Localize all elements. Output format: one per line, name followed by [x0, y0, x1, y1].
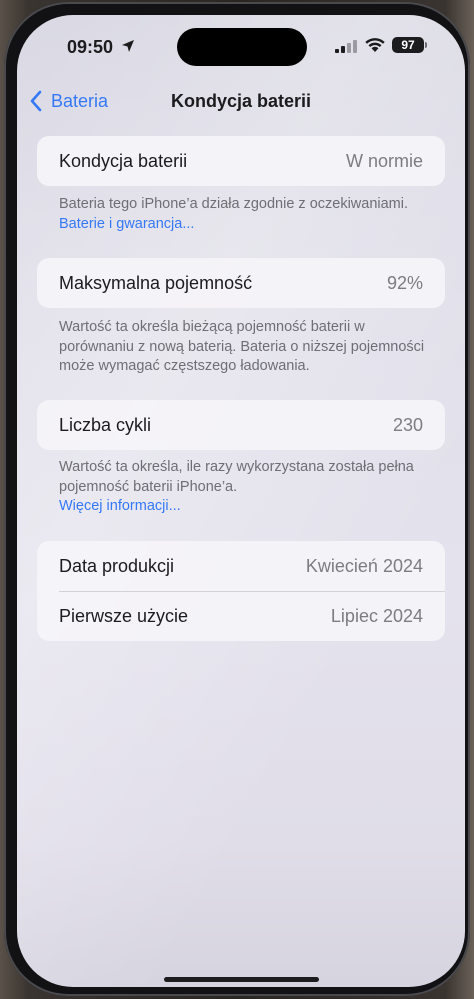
first-use-label: Pierwsze użycie [59, 606, 189, 626]
cellular-signal-icon [335, 40, 357, 53]
cycle-count-group: Liczba cykli 230 [37, 400, 445, 450]
manufacture-date-value: Kwiecień 2024 [305, 555, 423, 576]
max-capacity-row: Maksymalna pojemność 92% [37, 258, 445, 308]
cycle-count-value: 230 [392, 414, 423, 435]
page-title: Kondycja baterii [170, 91, 312, 111]
status-bar: 09:50 97 [17, 15, 465, 75]
dynamic-island [177, 28, 307, 66]
cycle-count-footnote-text: Wartość ta określa, ile razy wykorzystan… [59, 459, 414, 495]
battery-health-footnote-text: Bateria tego iPhone’a działa zgodnie z o… [59, 196, 409, 212]
battery-health-footnote: Bateria tego iPhone’a działa zgodnie z o… [59, 195, 439, 234]
battery-icon: 97 [392, 37, 424, 53]
battery-warranty-link[interactable]: Baterie i gwarancja... [59, 216, 194, 232]
battery-tip [425, 42, 427, 48]
manufacture-date-label: Data produkcji [59, 555, 175, 576]
battery-health-group: Kondycja baterii W normie [37, 136, 445, 186]
cycle-count-footnote: Wartość ta określa, ile razy wykorzystan… [59, 458, 439, 517]
manufacture-date-row: Data produkcji Kwiecień 2024 [37, 541, 445, 591]
first-use-value: Lipiec 2024 [330, 606, 423, 626]
dates-group: Data produkcji Kwiecień 2024 Pierwsze uż… [37, 541, 445, 641]
status-time: 09:50 [67, 37, 114, 57]
navigation-bar: Bateria Kondycja baterii [17, 81, 465, 121]
max-capacity-footnote: Wartość ta określa bieżącą pojemność bat… [59, 319, 425, 374]
home-indicator[interactable] [164, 977, 319, 982]
max-capacity-group: Maksymalna pojemność 92% [37, 258, 445, 308]
phone-frame: 09:50 97 Bateria Kondycja baterii Kondyc… [4, 2, 470, 996]
screen: 09:50 97 Bateria Kondycja baterii Kondyc… [17, 15, 465, 987]
battery-health-value: W normie [345, 150, 423, 171]
first-use-row: Pierwsze użycie Lipiec 2024 [59, 591, 445, 641]
wifi-icon [365, 38, 385, 52]
cycle-count-label: Liczba cykli [59, 414, 152, 435]
max-capacity-label: Maksymalna pojemność [59, 272, 253, 293]
battery-health-label: Kondycja baterii [59, 150, 188, 171]
more-info-link[interactable]: Więcej informacji... [59, 498, 181, 514]
location-arrow-icon [122, 40, 134, 52]
battery-health-row: Kondycja baterii W normie [37, 136, 445, 186]
cycle-count-row: Liczba cykli 230 [37, 400, 445, 450]
max-capacity-value: 92% [386, 272, 423, 293]
